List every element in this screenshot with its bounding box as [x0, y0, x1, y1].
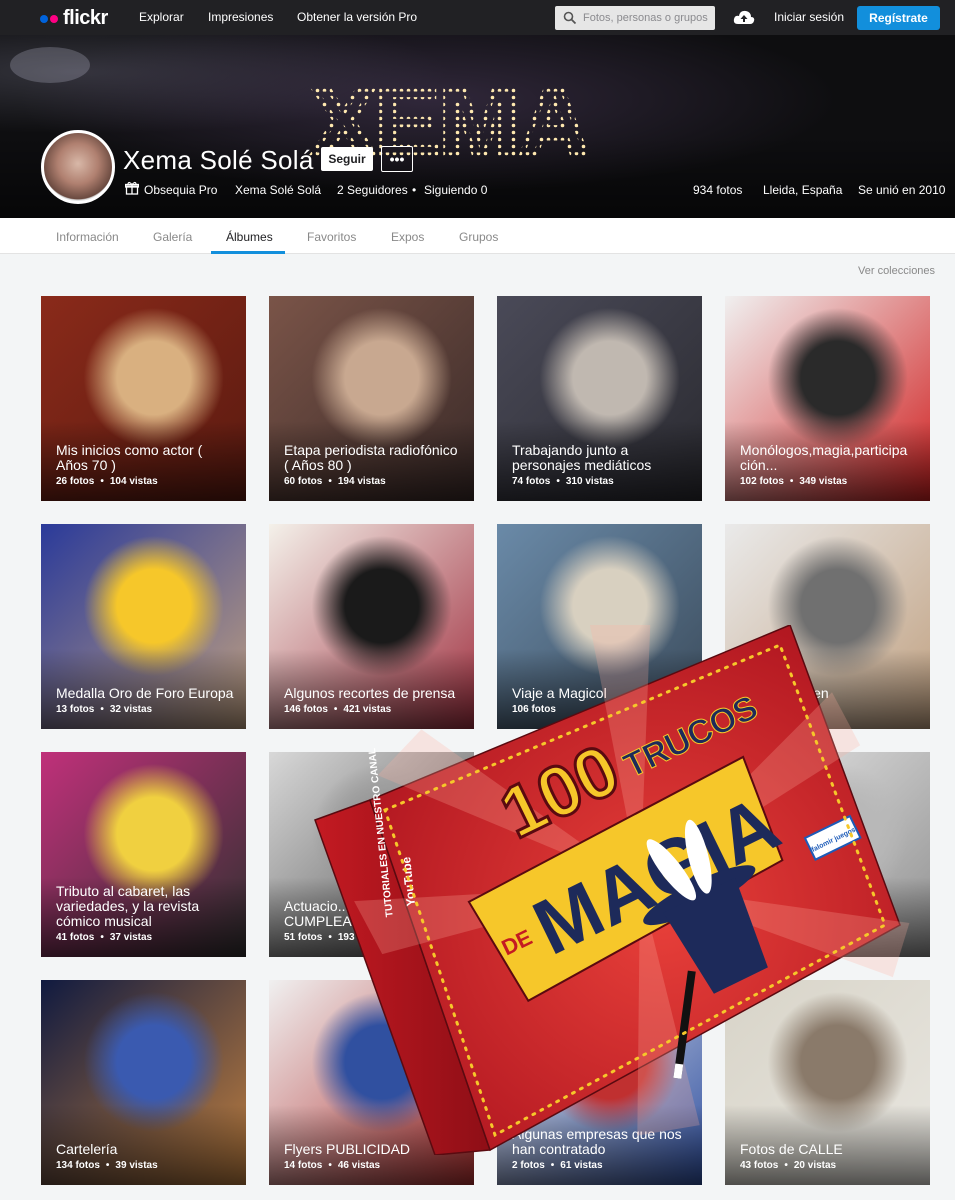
tab-favoritos[interactable]: Favoritos — [307, 230, 356, 244]
album-photo-count: 74 fotos — [512, 476, 551, 487]
album-view-count: 46 vistas — [337, 1160, 381, 1171]
location: Lleida, España — [763, 183, 843, 197]
profile-name: Xema Solé Solá — [123, 145, 314, 175]
album-view-count: 37 vistas — [109, 932, 153, 943]
stats-separator: • — [105, 1160, 110, 1171]
real-name: Xema Solé Solá — [235, 183, 322, 197]
nav-impresiones[interactable]: Impresiones — [208, 10, 273, 24]
album-photo-count: 26 fotos — [56, 476, 95, 487]
album-photo-count: 102 fotos — [740, 476, 784, 487]
search-icon — [563, 11, 577, 25]
following-link[interactable]: Siguiendo 0 — [424, 183, 487, 197]
album-title: Trabajando junto a personajes mediáticos — [512, 442, 652, 473]
album-view-count: 61 vistas — [560, 1160, 603, 1171]
top-nav-bar: flickr Explorar Impresiones Obtener la v… — [0, 0, 955, 35]
album-photo-count: 14 fotos — [284, 1160, 323, 1171]
register-button[interactable]: Regístrate — [857, 6, 940, 30]
album-view-count: 20 vistas — [793, 1160, 837, 1171]
album-photo-count: 43 fotos — [740, 1160, 779, 1171]
nav-explorar[interactable]: Explorar — [139, 10, 184, 24]
stats-separator: • — [550, 1160, 555, 1171]
album-stats: 134 fotos • 39 vistas — [56, 1160, 158, 1171]
album-title: Cartelería — [56, 1141, 118, 1157]
active-tab-indicator — [211, 251, 285, 254]
tab-expos[interactable]: Expos — [391, 230, 424, 244]
album-stats: 74 fotos • 310 vistas — [512, 476, 614, 487]
album-view-count: 32 vistas — [109, 704, 153, 715]
follow-button[interactable]: Seguir — [321, 147, 373, 171]
album-title: Etapa periodista radiofónico ( Años 80 ) — [284, 442, 458, 473]
album-stats: 43 fotos • 20 vistas — [740, 1160, 836, 1171]
photo-count: 934 fotos — [693, 183, 743, 197]
joined-date: Se unió en 2010 — [858, 183, 946, 197]
album-view-count: 349 vistas — [799, 476, 848, 487]
magic-box-overlay: 100 TRUCOS DE MAGIA TUTORIALES EN NUESTR… — [314, 625, 910, 1155]
album-photo-count: 60 fotos — [284, 476, 323, 487]
album-photo-count: 41 fotos — [56, 932, 95, 943]
tab-albumes[interactable]: Álbumes — [226, 230, 273, 244]
logo-blue-dot — [40, 14, 48, 23]
avatar[interactable] — [41, 130, 115, 204]
tab-informacion[interactable]: Información — [56, 230, 119, 244]
nav-pro[interactable]: Obtener la versión Pro — [297, 10, 417, 24]
album-photo-count: 13 fotos — [56, 704, 95, 715]
stats-separator: • — [100, 704, 104, 715]
tab-grupos[interactable]: Grupos — [459, 230, 498, 244]
album-view-count: 194 vistas — [337, 476, 386, 487]
album-stats: 26 fotos • 104 vistas — [56, 476, 158, 487]
more-options-button[interactable]: ••• — [381, 146, 413, 172]
followers-link[interactable]: 2 Seguidores — [337, 183, 408, 197]
logo-pink-dot — [50, 14, 58, 23]
album-stats: 14 fotos • 46 vistas — [284, 1160, 380, 1171]
stats-separator: • — [100, 932, 104, 943]
album-title: Tributo al cabaret, las variedades, y la… — [56, 883, 200, 929]
ver-colecciones-link[interactable]: Ver colecciones — [858, 265, 935, 277]
album-stats: 41 fotos • 37 vistas — [56, 932, 152, 943]
logo-text: flickr — [63, 7, 108, 29]
profile-tabs: Información Galería Álbumes Favoritos Ex… — [0, 218, 955, 254]
stats-separator: • — [100, 476, 104, 487]
stats-separator: • — [328, 476, 332, 487]
album-title: Mis inicios como actor ( Años 70 ) — [56, 442, 203, 473]
album-view-count: 104 vistas — [109, 476, 158, 487]
upload-cloud-icon[interactable] — [733, 8, 755, 26]
album-photo-count: 134 fotos — [56, 1160, 100, 1171]
gift-pro-link[interactable]: Obsequia Pro — [144, 183, 217, 197]
cover-light-sign: XEMA — [309, 67, 591, 179]
stats-separator: • — [784, 1160, 788, 1171]
search-input[interactable]: Fotos, personas o grupos — [555, 6, 715, 30]
album-view-count: 39 vistas — [115, 1160, 158, 1171]
stats-separator: • — [328, 1160, 332, 1171]
signin-link[interactable]: Iniciar sesión — [774, 10, 844, 24]
tab-galeria[interactable]: Galería — [153, 230, 192, 244]
meta-separator: • — [412, 183, 417, 197]
album-stats: 60 fotos • 194 vistas — [284, 476, 386, 487]
search-placeholder: Fotos, personas o grupos — [583, 12, 708, 24]
album-stats: 2 fotos • 61 vistas — [512, 1160, 603, 1171]
stats-separator: • — [556, 476, 560, 487]
album-title: Monólogos,magia,participa ción... — [740, 442, 908, 473]
gift-icon — [125, 181, 139, 195]
album-stats: 13 fotos • 32 vistas — [56, 704, 152, 715]
flickr-logo[interactable]: flickr — [40, 7, 108, 30]
album-stats: 102 fotos • 349 vistas — [740, 476, 847, 487]
stats-separator: • — [789, 476, 794, 487]
album-view-count: 310 vistas — [565, 476, 614, 487]
album-title: Medalla Oro de Foro Europa — [56, 685, 234, 701]
album-photo-count: 2 fotos — [512, 1160, 545, 1171]
